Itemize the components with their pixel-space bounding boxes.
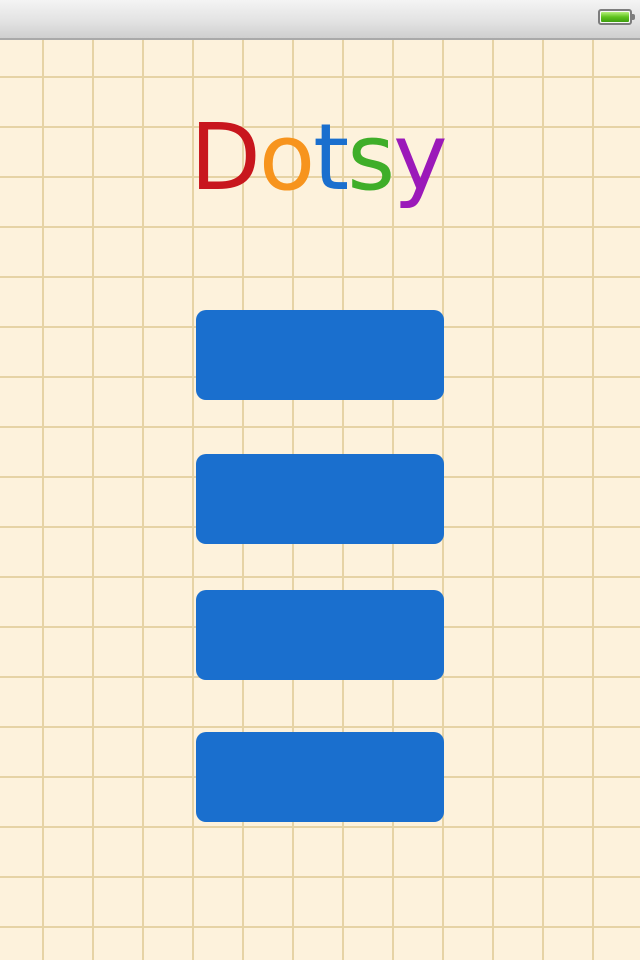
- menu-button-2[interactable]: [196, 454, 444, 544]
- logo-letter-d: D: [190, 104, 261, 211]
- status-bar: [0, 0, 640, 40]
- app-logo: Dotsy: [190, 112, 460, 252]
- logo-letter-s: s: [347, 104, 395, 211]
- menu-button-1[interactable]: [196, 310, 444, 400]
- logo-letter-t: t: [313, 104, 349, 211]
- logo-letter-y: y: [393, 104, 447, 211]
- menu-button-4[interactable]: [196, 732, 444, 822]
- logo-letter-o: o: [258, 104, 315, 211]
- battery-icon: [598, 9, 635, 25]
- battery-level-fill: [601, 12, 629, 22]
- menu-button-3[interactable]: [196, 590, 444, 680]
